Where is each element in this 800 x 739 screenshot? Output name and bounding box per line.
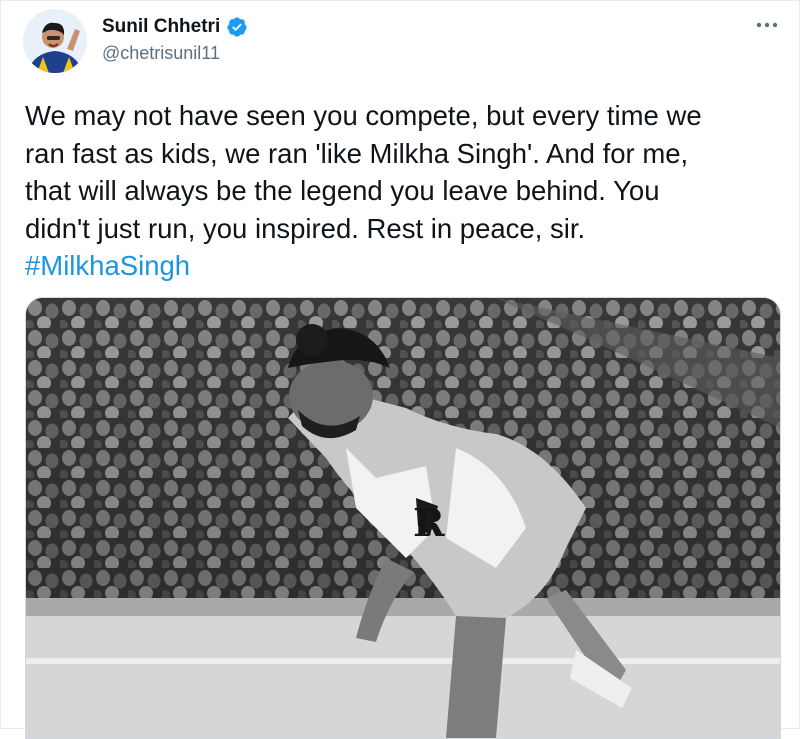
author-avatar[interactable]	[23, 9, 87, 73]
tweet-card: Sunil Chhetri @chetrisunil11 We may not …	[0, 0, 800, 739]
tweet-photo[interactable]: R	[25, 297, 781, 739]
verified-badge-icon	[227, 17, 247, 37]
author-name-row: Sunil Chhetri	[102, 15, 248, 39]
author-display-name[interactable]: Sunil Chhetri	[102, 16, 220, 38]
hashtag-link[interactable]: #MilkhaSingh	[25, 247, 190, 285]
runner-photo-image: R	[26, 298, 780, 738]
jersey-letter: R	[413, 500, 445, 545]
tweet-text: We may not have seen you compete, but ev…	[25, 100, 702, 244]
user-avatar-icon	[23, 9, 87, 73]
author-handle[interactable]: @chetrisunil11	[102, 43, 220, 64]
more-options-icon	[756, 22, 778, 28]
more-options-button[interactable]	[749, 11, 785, 39]
